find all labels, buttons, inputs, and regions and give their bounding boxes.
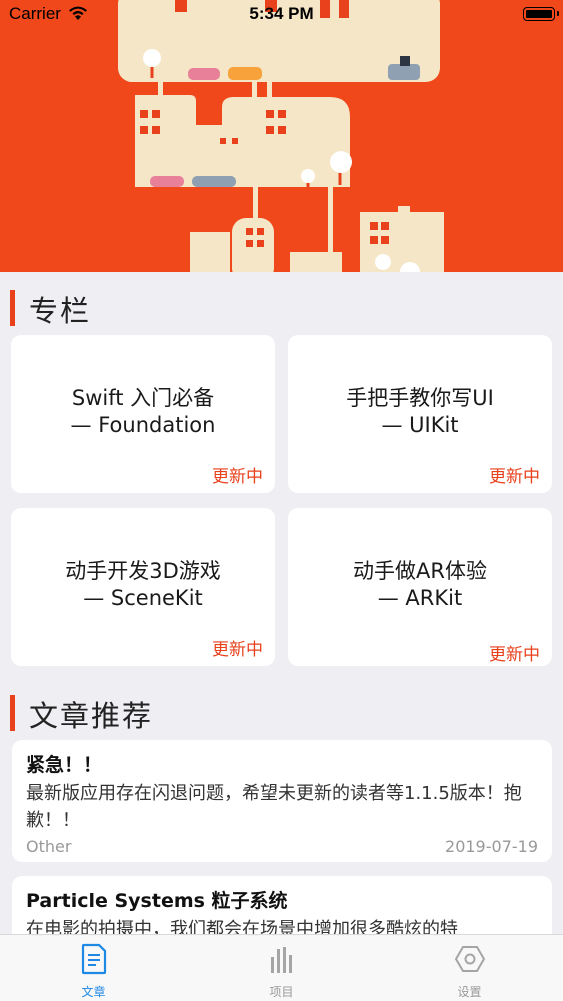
articles-section-header: 文章推荐 — [0, 683, 563, 733]
bars-icon — [267, 943, 297, 975]
document-icon — [79, 943, 109, 975]
column-card-uikit[interactable]: 手把手教你写UI — UIKit 更新中 — [288, 335, 552, 493]
city-illustration — [118, 0, 444, 272]
battery-icon — [523, 7, 559, 21]
tab-articles[interactable]: 文章 — [0, 935, 187, 1001]
column-status-badge: 更新中 — [212, 640, 263, 660]
article-card[interactable]: 紧急！！ 最新版应用存在闪退问题，希望未更新的读者等1.1.5版本！抱歉！！ O… — [12, 740, 552, 862]
status-bar: Carrier 5:34 PM — [0, 0, 563, 30]
column-status-badge: 更新中 — [489, 467, 540, 487]
tab-settings[interactable]: 设置 — [376, 935, 563, 1001]
column-card-title: 动手做AR体验 — ARKit — [353, 559, 487, 610]
article-summary: 最新版应用存在闪退问题，希望未更新的读者等1.1.5版本！抱歉！！ — [26, 783, 522, 831]
column-status-badge: 更新中 — [212, 467, 263, 487]
tab-projects[interactable]: 项目 — [188, 935, 375, 1001]
clock-time: 5:34 PM — [249, 4, 314, 23]
tab-bar: 文章 项目 设置 — [0, 934, 563, 1001]
hero-banner — [0, 0, 563, 272]
tab-projects-label: 项目 — [269, 985, 294, 999]
column-card-title: 动手开发3D游戏 — SceneKit — [65, 559, 221, 610]
columns-section-header: 专栏 — [0, 278, 563, 328]
column-card-arkit[interactable]: 动手做AR体验 — ARKit 更新中 — [288, 508, 552, 666]
column-card-foundation[interactable]: Swift 入门必备 — Foundation 更新中 — [11, 335, 275, 493]
columns-section-title: 专栏 — [29, 294, 92, 328]
articles-section-title: 文章推荐 — [29, 699, 154, 733]
column-card-scenekit[interactable]: 动手开发3D游戏 — SceneKit 更新中 — [11, 508, 275, 666]
column-card-title: Swift 入门必备 — Foundation — [70, 386, 216, 437]
article-title: 紧急！！ — [26, 754, 103, 776]
article-date: 2019-07-19 — [445, 837, 538, 856]
article-title: Particle Systems 粒子系统 — [26, 890, 288, 912]
section-accent-bar — [10, 290, 15, 326]
tab-articles-label: 文章 — [81, 985, 106, 999]
column-card-title: 手把手教你写UI — UIKit — [346, 386, 494, 437]
hexagon-settings-icon — [454, 943, 485, 975]
section-accent-bar — [10, 695, 15, 731]
article-category: Other — [26, 837, 72, 856]
tab-settings-label: 设置 — [457, 985, 482, 999]
column-status-badge: 更新中 — [489, 645, 540, 665]
